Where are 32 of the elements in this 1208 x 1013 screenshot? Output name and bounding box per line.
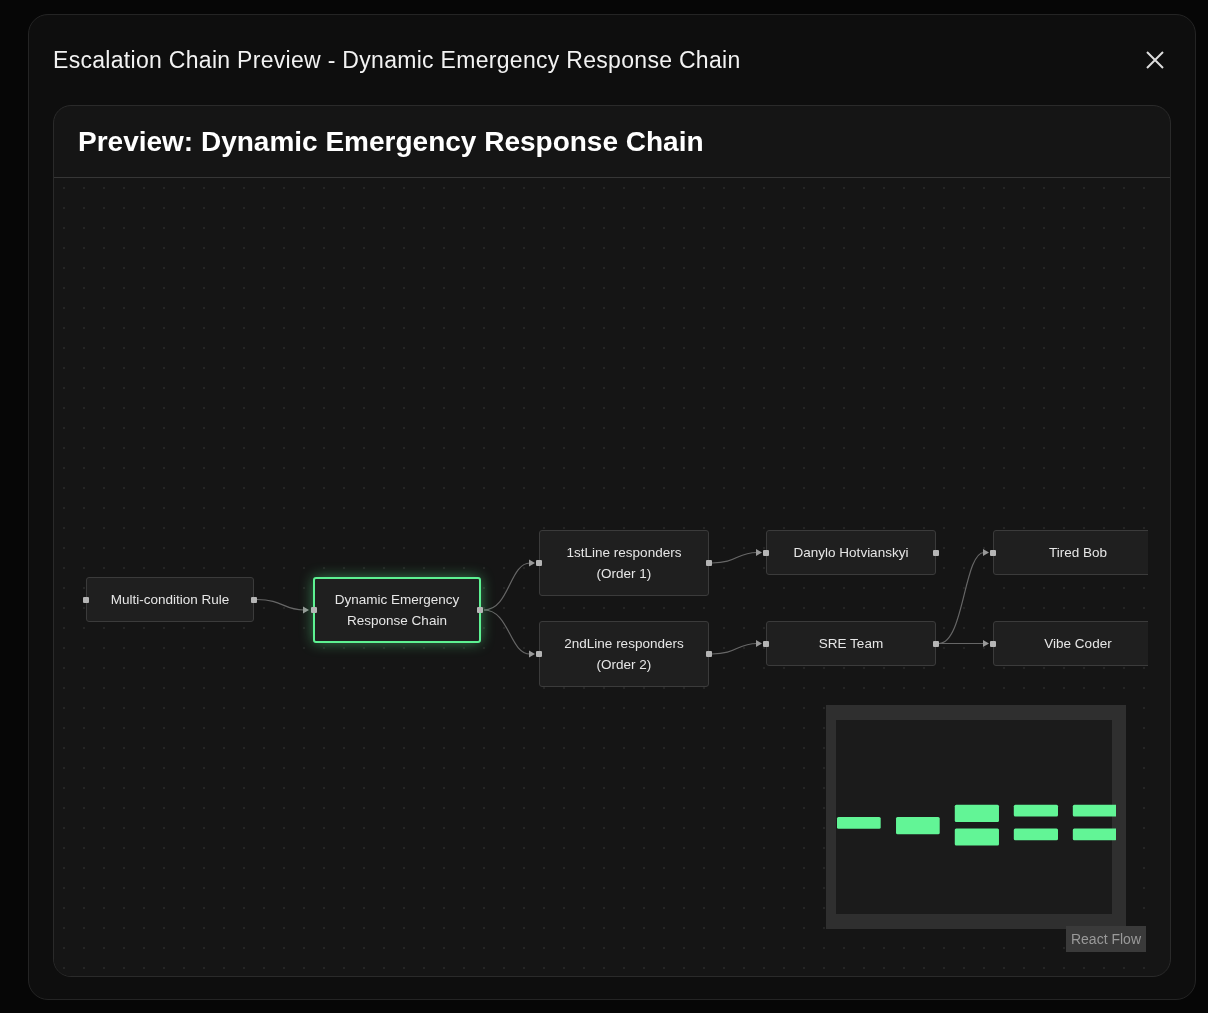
connection-handle[interactable]	[536, 560, 542, 566]
attribution-link[interactable]: React Flow	[1065, 926, 1146, 952]
flow-node[interactable]: 2ndLine responders (Order 2)	[539, 621, 709, 687]
window-title: Escalation Chain Preview - Dynamic Emergency Response Chain	[53, 46, 741, 74]
flow-node[interactable]: Dynamic Emergency Response Chain	[313, 577, 481, 643]
connection-handle[interactable]	[933, 549, 939, 556]
flow-node[interactable]: Vibe Coder	[993, 621, 1148, 666]
flow-node[interactable]: Multi-condition Rule	[86, 577, 254, 622]
connection-handle[interactable]	[763, 549, 769, 556]
connection-handle[interactable]	[990, 640, 996, 647]
connection-handle[interactable]	[536, 651, 542, 657]
flow-node[interactable]: Danylo Hotvianskyi	[766, 530, 936, 575]
connection-handle[interactable]	[251, 596, 257, 603]
flow-node[interactable]: 1stLine responders (Order 1)	[539, 530, 709, 596]
edge-arrow	[483, 559, 535, 611]
edge-arrow	[711, 549, 762, 564]
flow-node[interactable]: Tired Bob	[993, 530, 1148, 575]
connection-handle[interactable]	[706, 651, 712, 657]
connection-handle[interactable]	[706, 560, 712, 566]
preview-title: Preview: Dynamic Emergency Response Chain	[78, 125, 704, 158]
connection-handle[interactable]	[477, 607, 483, 613]
close-icon	[1145, 50, 1165, 70]
connection-handle[interactable]	[763, 640, 769, 647]
edge-arrow	[711, 640, 762, 655]
flow-node[interactable]: SRE Team	[766, 621, 936, 666]
edge-arrow	[483, 609, 535, 658]
connection-handle[interactable]	[933, 640, 939, 647]
connection-handle[interactable]	[990, 549, 996, 556]
edge-arrow	[256, 598, 309, 614]
connection-handle[interactable]	[83, 596, 89, 603]
connection-handle[interactable]	[311, 607, 317, 613]
minimap-drawing[interactable]	[826, 705, 1126, 929]
